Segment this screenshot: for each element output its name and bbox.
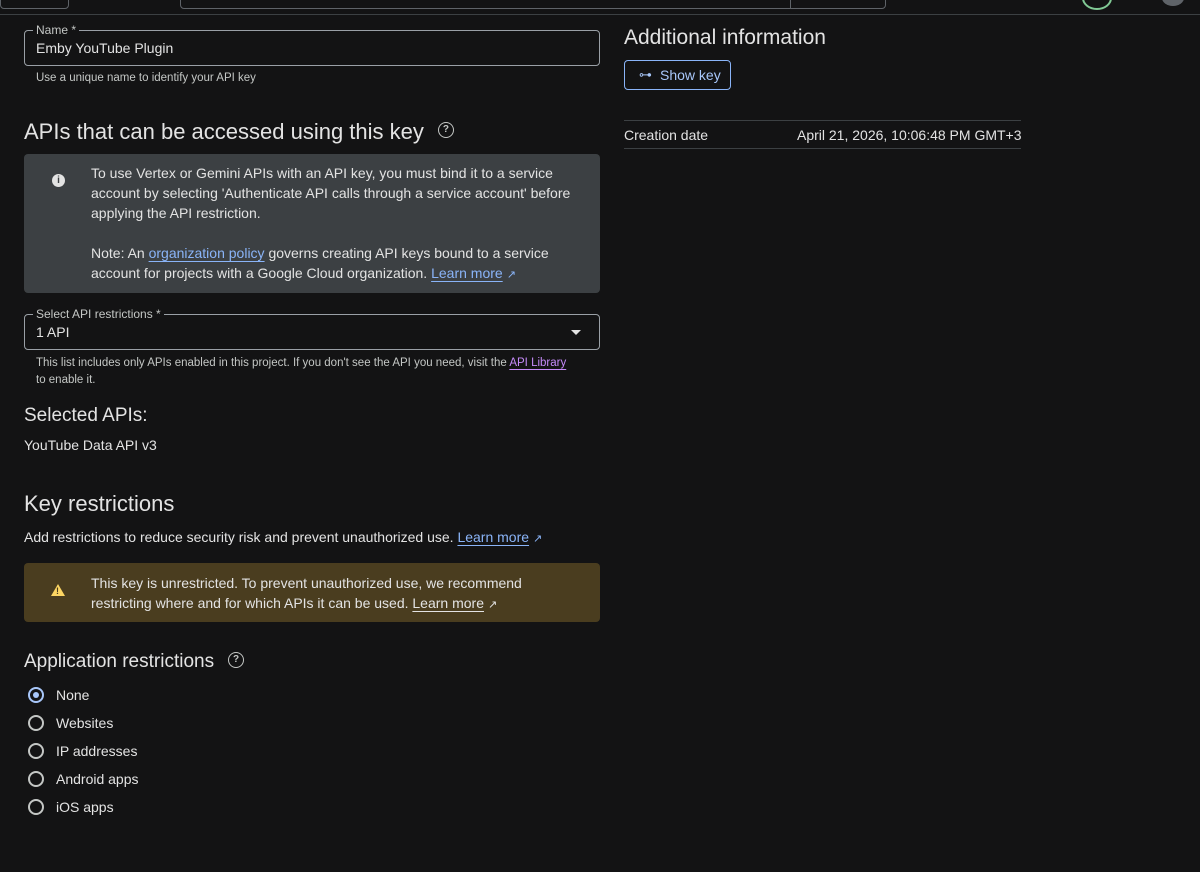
key-restrictions-desc: Add restrictions to reduce security risk…: [24, 529, 542, 545]
name-field[interactable]: Name * Emby YouTube Plugin: [24, 22, 600, 66]
additional-info-title: Additional information: [624, 26, 826, 49]
note-prefix: Note: An: [91, 245, 149, 261]
api-hint-suffix: to enable it.: [36, 373, 96, 386]
name-field-label: Name *: [33, 22, 80, 38]
api-restrictions-select[interactable]: Select API restrictions * 1 API: [24, 306, 600, 350]
external-link-icon: ↗: [506, 269, 516, 281]
top-bar: [0, 0, 1200, 15]
name-field-value[interactable]: Emby YouTube Plugin: [36, 39, 173, 57]
key-restrictions-learn-more-link[interactable]: Learn more: [457, 529, 529, 545]
radio-label: iOS apps: [56, 799, 114, 815]
app-restrictions-title-text: Application restrictions: [24, 651, 215, 672]
help-icon[interactable]: ?: [228, 651, 245, 668]
radio-button[interactable]: [28, 687, 44, 703]
organization-policy-link[interactable]: organization policy: [149, 245, 265, 261]
radio-button[interactable]: [28, 799, 44, 815]
app-restrictions-title: Application restrictions?: [24, 648, 245, 676]
show-key-label: Show key: [660, 67, 721, 83]
info-banner-line1: To use Vertex or Gemini APIs with an API…: [91, 165, 571, 221]
api-library-link[interactable]: API Library: [509, 357, 566, 369]
warning-icon-glyph: !: [56, 586, 59, 596]
apis-section-title: APIs that can be accessed using this key…: [24, 118, 454, 146]
radio-label: Android apps: [56, 771, 139, 787]
info-banner: i To use Vertex or Gemini APIs with an A…: [24, 154, 600, 293]
avatar[interactable]: [1162, 0, 1184, 6]
back-button[interactable]: [0, 0, 69, 9]
radio-label: Websites: [56, 715, 114, 731]
selected-api-item: YouTube Data API v3: [24, 437, 157, 453]
radio-label: IP addresses: [56, 743, 138, 759]
api-restrictions-value: 1 API: [36, 324, 70, 340]
key-restrictions-desc-text: Add restrictions to reduce security risk…: [24, 529, 458, 545]
warning-icon: !: [51, 584, 65, 596]
info-icon: i: [52, 174, 65, 187]
external-link-icon: ↗: [487, 599, 498, 611]
key-icon: ⊶: [639, 67, 652, 82]
radio-button[interactable]: [28, 771, 44, 787]
warning-learn-more-link[interactable]: Learn more: [412, 595, 484, 611]
name-field-hint: Use a unique name to identify your API k…: [36, 72, 256, 84]
api-hint-prefix: This list includes only APIs enabled in …: [36, 357, 510, 369]
radio-button[interactable]: [28, 715, 44, 731]
search-bar[interactable]: [180, 0, 886, 9]
creation-date-label: Creation date: [624, 127, 709, 143]
radio-button[interactable]: [28, 743, 44, 759]
search-divider: [790, 0, 791, 8]
warning-text: This key is unrestricted. To prevent una…: [91, 573, 571, 615]
info-banner-text: To use Vertex or Gemini APIs with an API…: [91, 163, 586, 285]
dropdown-arrow-icon[interactable]: [571, 330, 581, 335]
status-ring-icon[interactable]: [1082, 0, 1112, 10]
help-icon[interactable]: ?: [437, 122, 454, 139]
api-restrictions-hint: This list includes only APIs enabled in …: [36, 355, 576, 388]
show-key-button[interactable]: ⊶ Show key: [624, 60, 731, 90]
info-banner-note: Note: An organization policy governs cre…: [91, 243, 586, 285]
radio-label: None: [56, 687, 90, 703]
api-restrictions-label: Select API restrictions *: [33, 306, 164, 322]
key-restrictions-title: Key restrictions: [24, 491, 175, 516]
external-link-icon: ↗: [533, 533, 543, 545]
apis-section-title-text: APIs that can be accessed using this key: [24, 119, 424, 144]
selected-apis-title: Selected APIs:: [24, 405, 148, 426]
learn-more-link[interactable]: Learn more: [431, 265, 503, 281]
creation-date-value: April 21, 2026, 10:06:48 PM GMT+3: [797, 127, 1022, 143]
creation-date-row: Creation date April 21, 2026, 10:06:48 P…: [624, 120, 1022, 149]
unrestricted-warning-banner: ! This key is unrestricted. To prevent u…: [24, 563, 600, 622]
